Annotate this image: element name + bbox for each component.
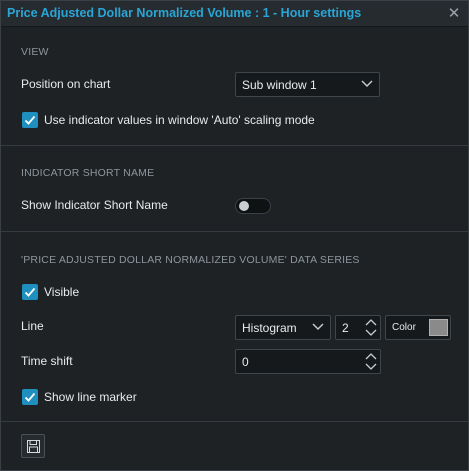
stepper-arrows-icon[interactable] [365,352,377,371]
color-label: Color [392,322,416,333]
color-picker[interactable]: Color [385,315,451,340]
auto-scaling-checkbox[interactable] [22,112,38,128]
save-icon [27,440,40,453]
visible-checkbox[interactable] [22,284,38,300]
divider [1,421,468,422]
close-icon[interactable]: ✕ [444,4,464,24]
line-label: Line [21,319,44,333]
divider [1,231,468,232]
checkmark-icon [24,115,36,125]
time-shift-value: 0 [242,355,249,369]
line-type-value: Histogram [242,321,297,335]
line-marker-label: Show line marker [44,390,137,404]
position-on-chart-value: Sub window 1 [242,78,317,92]
divider [1,145,468,146]
section-short-name-label: INDICATOR SHORT NAME [21,167,155,179]
dialog-title: Price Adjusted Dollar Normalized Volume … [7,6,362,20]
line-type-select[interactable]: Histogram [235,315,331,340]
checkmark-icon [24,392,36,402]
line-width-stepper[interactable]: 2 [335,315,381,340]
toggle-knob [239,201,249,211]
visible-label: Visible [44,285,80,299]
show-short-name-label: Show Indicator Short Name [21,198,168,212]
settings-dialog: Price Adjusted Dollar Normalized Volume … [0,0,469,471]
section-view-label: VIEW [21,46,49,58]
checkmark-icon [24,287,36,297]
line-marker-checkbox[interactable] [22,389,38,405]
position-on-chart-label: Position on chart [21,77,111,91]
time-shift-label: Time shift [21,354,73,368]
chevron-down-icon [361,80,373,87]
position-on-chart-select[interactable]: Sub window 1 [235,72,380,97]
auto-scaling-label: Use indicator values in window 'Auto' sc… [44,113,315,127]
line-width-value: 2 [342,321,349,335]
stepper-arrows-icon[interactable] [365,318,377,337]
show-short-name-toggle[interactable] [235,198,271,214]
chevron-down-icon [312,323,324,330]
save-button[interactable] [21,434,45,458]
color-swatch[interactable] [429,319,448,336]
title-bar[interactable]: Price Adjusted Dollar Normalized Volume … [1,1,468,27]
section-data-series-label: 'PRICE ADJUSTED DOLLAR NORMALIZED VOLUME… [21,254,360,266]
time-shift-stepper[interactable]: 0 [235,349,381,374]
